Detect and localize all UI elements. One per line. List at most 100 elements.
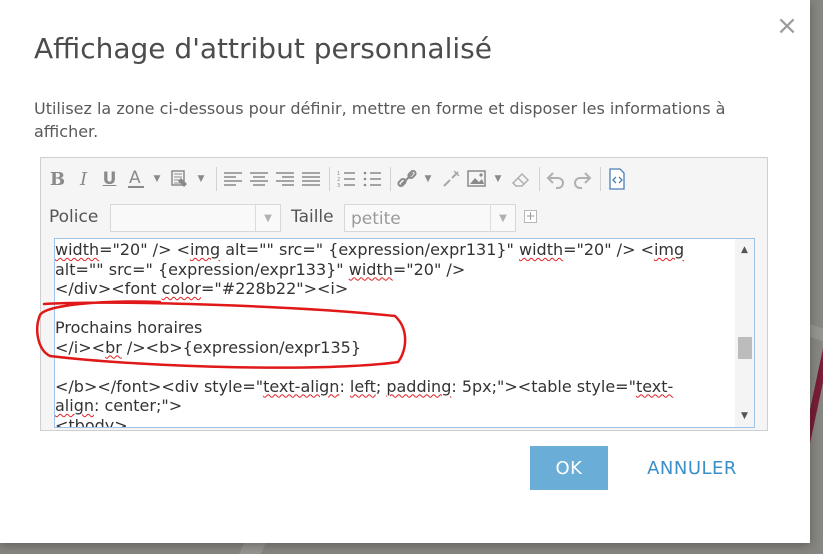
chevron-down-icon: ▼	[490, 205, 515, 231]
insert-link-button[interactable]	[395, 167, 418, 191]
code-line: align: center;">	[55, 396, 735, 416]
code-token: img	[189, 240, 221, 259]
code-token: :	[339, 376, 350, 396]
code-token: width	[348, 259, 393, 279]
unlink-icon	[442, 170, 460, 187]
close-button[interactable]: ×	[775, 11, 799, 41]
code-token: ;	[375, 376, 387, 396]
font-family-select[interactable]: ▼	[110, 204, 281, 232]
numbered-list-button[interactable]: 1 2 3	[334, 167, 357, 191]
dialog-title: Affichage d'attribut personnalisé	[34, 32, 492, 65]
code-line: </b></font><div style="text-align: left;…	[55, 377, 735, 397]
close-icon: ×	[776, 11, 798, 41]
code-token: width	[519, 240, 564, 259]
cancel-button[interactable]: ANNULER	[632, 446, 752, 490]
link-icon	[396, 169, 417, 188]
code-token: </b></font><div style="	[55, 376, 264, 396]
code-token: img	[653, 240, 685, 259]
redo-button[interactable]	[570, 167, 593, 191]
align-left-button[interactable]	[221, 167, 244, 191]
italic-button[interactable]: I	[72, 167, 95, 191]
ok-button[interactable]: OK	[530, 446, 608, 490]
align-right-icon	[275, 172, 294, 186]
font-size-value: petite	[351, 209, 401, 229]
expand-toolbar-button[interactable]: +	[524, 210, 537, 223]
code-token: /><b>{expression/expr135}	[121, 337, 362, 357]
html-source-content: width="20" /> <img alt="" src=" {express…	[55, 239, 735, 428]
font-settings-row: Police ▼ Taille petite ▼ +	[41, 202, 767, 234]
font-color-letter: A	[129, 168, 141, 188]
font-size-label: Taille	[291, 207, 334, 227]
font-color-icon: A	[127, 168, 144, 188]
align-center-button[interactable]	[247, 167, 270, 191]
toolbar-divider	[539, 167, 540, 191]
justify-button[interactable]	[299, 167, 322, 191]
bullet-list-icon	[363, 171, 381, 187]
highlight-color-button[interactable]	[168, 167, 191, 191]
svg-text:3: 3	[337, 183, 340, 189]
code-token: left	[349, 376, 376, 396]
code-token: text-	[635, 376, 674, 396]
code-token: ="#228b22"><i>	[201, 279, 349, 298]
code-token: width	[55, 240, 100, 259]
numbered-list-icon: 1 2 3	[337, 171, 355, 189]
toolbar-divider	[600, 167, 601, 191]
font-color-dropdown[interactable]: ▼	[150, 167, 164, 191]
scrollbar-thumb[interactable]	[738, 337, 752, 359]
code-token: color	[161, 279, 202, 298]
code-line: <tbody>	[55, 415, 735, 428]
code-token: alt="" src=" {expression/expr131}"	[220, 240, 519, 259]
remove-format-button[interactable]	[509, 167, 532, 191]
code-token: ="20" /> <	[563, 240, 654, 259]
code-token: Prochains horaires	[55, 318, 203, 337]
code-line: </i><br /><b>{expression/expr135}	[55, 338, 735, 358]
code-token: text-align	[263, 376, 340, 396]
html-source-textarea[interactable]: width="20" /> <img alt="" src=" {express…	[54, 238, 755, 428]
view-html-source-button[interactable]	[605, 167, 628, 191]
code-token: alt="" src=" {expression/expr133}"	[55, 259, 349, 279]
underline-button[interactable]: U	[98, 167, 121, 191]
vertical-scrollbar[interactable]: ▲ ▼	[735, 239, 754, 427]
html-source-icon	[608, 168, 625, 190]
code-token: : center;">	[94, 396, 183, 415]
code-token: ="20" /> <	[99, 240, 190, 259]
editor-toolbar: B I U A ▼ ▼ 1 2 3 ▼ ▼	[41, 158, 767, 200]
toolbar-divider	[329, 167, 330, 191]
code-token: ="20" />	[392, 259, 466, 279]
code-line: </div><font color="#228b22"><i>	[55, 279, 735, 299]
toolbar-divider	[216, 167, 217, 191]
font-color-button[interactable]: A	[124, 167, 147, 191]
undo-button[interactable]	[544, 167, 567, 191]
scroll-up-arrow-icon[interactable]: ▲	[735, 241, 754, 259]
code-token: </div><font	[55, 279, 162, 298]
code-token: <tbody>	[55, 415, 128, 428]
font-size-select[interactable]: petite ▼	[344, 204, 516, 232]
code-token: padding	[386, 376, 452, 396]
code-line: Prochains horaires	[55, 318, 735, 338]
undo-icon	[546, 172, 564, 189]
eraser-icon	[511, 172, 529, 187]
insert-image-button[interactable]	[465, 167, 488, 191]
bullet-list-button[interactable]	[360, 167, 383, 191]
scroll-down-arrow-icon[interactable]: ▼	[735, 407, 754, 425]
justify-icon	[301, 172, 320, 186]
toolbar-divider	[390, 167, 391, 191]
code-token: </i><	[55, 337, 106, 357]
bold-button[interactable]: B	[46, 167, 69, 191]
unlink-button[interactable]	[439, 167, 462, 191]
insert-link-dropdown[interactable]: ▼	[421, 167, 435, 191]
font-family-label: Police	[49, 207, 99, 227]
code-line: width="20" /> <img alt="" src=" {express…	[55, 240, 735, 260]
insert-image-dropdown[interactable]: ▼	[491, 167, 505, 191]
highlight-color-dropdown[interactable]: ▼	[194, 167, 208, 191]
custom-attribute-dialog: Affichage d'attribut personnalisé × Util…	[0, 0, 810, 543]
image-icon	[466, 170, 486, 187]
align-left-icon	[223, 172, 242, 186]
rich-text-editor: B I U A ▼ ▼ 1 2 3 ▼ ▼ Police ▼ Taille pe…	[40, 157, 768, 431]
align-right-button[interactable]	[273, 167, 296, 191]
align-center-icon	[249, 172, 268, 186]
code-token: br	[105, 337, 122, 357]
dialog-description: Utilisez la zone ci-dessous pour définir…	[34, 99, 726, 141]
